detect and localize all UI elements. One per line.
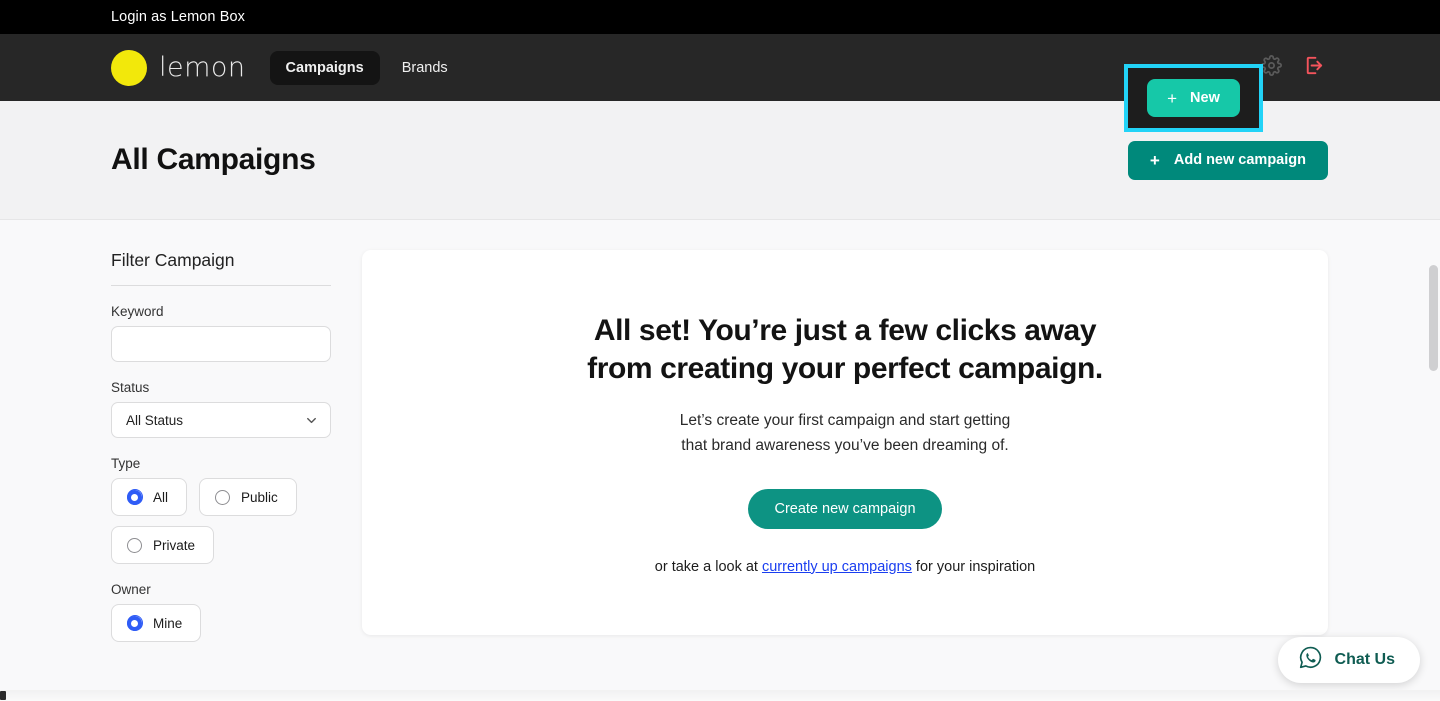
- owner-option-mine-label: Mine: [153, 615, 183, 631]
- empty-state-title-line1: All set! You’re just a few clicks away: [593, 314, 1097, 347]
- impersonation-banner: Login as Lemon Box: [0, 0, 1440, 34]
- status-label: Status: [111, 380, 150, 395]
- empty-state-title-line2: from creating your perfect campaign.: [587, 351, 1103, 385]
- filter-panel: Filter Campaign Keyword Status All Statu…: [111, 250, 331, 700]
- add-new-campaign-button[interactable]: + Add new campaign: [1127, 140, 1328, 180]
- horizontal-scrollbar[interactable]: [0, 690, 1440, 701]
- gear-icon: [1260, 54, 1282, 81]
- owner-label: Owner: [111, 582, 151, 597]
- currently-up-campaigns-link[interactable]: currently up campaigns: [762, 559, 912, 575]
- status-select[interactable]: All Status: [111, 402, 331, 438]
- nav-item-campaigns[interactable]: Campaigns: [269, 50, 380, 85]
- type-label: Type: [111, 456, 141, 471]
- type-option-public[interactable]: Public: [199, 478, 297, 516]
- plus-icon: +: [1167, 88, 1178, 108]
- empty-state-subtitle-line1: Let’s create your first campaign and sta…: [679, 412, 1011, 429]
- chat-us-button[interactable]: Chat Us: [1277, 637, 1420, 683]
- logout-icon: [1302, 54, 1325, 82]
- vertical-scrollbar-thumb[interactable]: [1429, 265, 1438, 371]
- whatsapp-icon: [1298, 645, 1323, 675]
- owner-radio-row: Mine: [111, 604, 331, 642]
- radio-icon: [215, 489, 231, 505]
- empty-state-footer: or take a look at currently up campaigns…: [655, 559, 1035, 575]
- lemon-circle-logo-icon: [111, 49, 147, 86]
- empty-state-footer-suffix: for your inspiration: [911, 558, 1036, 575]
- radio-icon: [127, 537, 142, 553]
- brand-name: lemon: [159, 52, 246, 83]
- main-navbar: lemon Campaigns Brands + New: [0, 34, 1440, 132]
- horizontal-scrollbar-thumb[interactable]: [0, 691, 6, 700]
- new-button-highlight: + New: [1124, 64, 1263, 132]
- radio-icon: [126, 489, 143, 505]
- owner-option-mine[interactable]: Mine: [111, 604, 202, 642]
- type-option-private[interactable]: Private: [111, 526, 215, 564]
- brand-logo[interactable]: lemon: [111, 49, 246, 86]
- empty-state-subtitle: Let’s create your first campaign and sta…: [680, 409, 1011, 459]
- impersonation-label: Login as Lemon Box: [111, 9, 245, 25]
- empty-state-card: All set! You’re just a few clicks away f…: [362, 250, 1328, 635]
- type-option-all[interactable]: All: [111, 478, 188, 516]
- status-field-group: Status All Status: [111, 380, 331, 438]
- keyword-input[interactable]: [111, 326, 331, 362]
- status-select-value: All Status: [126, 412, 184, 428]
- page-title: All Campaigns: [111, 143, 316, 176]
- nav-item-brands[interactable]: Brands: [386, 51, 464, 85]
- logout-button[interactable]: [1296, 51, 1330, 85]
- type-option-private-label: Private: [153, 537, 196, 553]
- type-radio-row-1: All Public: [111, 478, 331, 516]
- type-option-all-label: All: [153, 489, 169, 505]
- owner-field-group: Owner Mine: [111, 582, 331, 642]
- chat-us-label: Chat Us: [1334, 651, 1395, 668]
- add-new-campaign-label: Add new campaign: [1173, 152, 1306, 168]
- type-field-group: Type All Public Private: [111, 456, 331, 564]
- type-option-public-label: Public: [241, 489, 278, 505]
- create-new-campaign-button[interactable]: Create new campaign: [748, 488, 942, 529]
- type-radio-row-2: Private: [111, 526, 331, 564]
- empty-state-subtitle-line2: that brand awareness you’ve been dreamin…: [681, 436, 1009, 454]
- empty-state-footer-prefix: or take a look at: [654, 558, 762, 575]
- keyword-label: Keyword: [111, 304, 164, 319]
- new-button[interactable]: + New: [1147, 79, 1240, 117]
- vertical-scrollbar[interactable]: [1426, 265, 1440, 371]
- plus-icon: +: [1149, 150, 1160, 170]
- new-button-label: New: [1190, 90, 1220, 106]
- keyword-field-group: Keyword: [111, 304, 331, 362]
- page-content: Filter Campaign Keyword Status All Statu…: [0, 220, 1440, 700]
- radio-icon: [126, 615, 143, 631]
- filter-panel-heading: Filter Campaign: [111, 250, 331, 286]
- nav-links: Campaigns Brands: [269, 50, 464, 85]
- chevron-down-icon: [304, 413, 319, 428]
- empty-state-title: All set! You’re just a few clicks away f…: [587, 312, 1103, 387]
